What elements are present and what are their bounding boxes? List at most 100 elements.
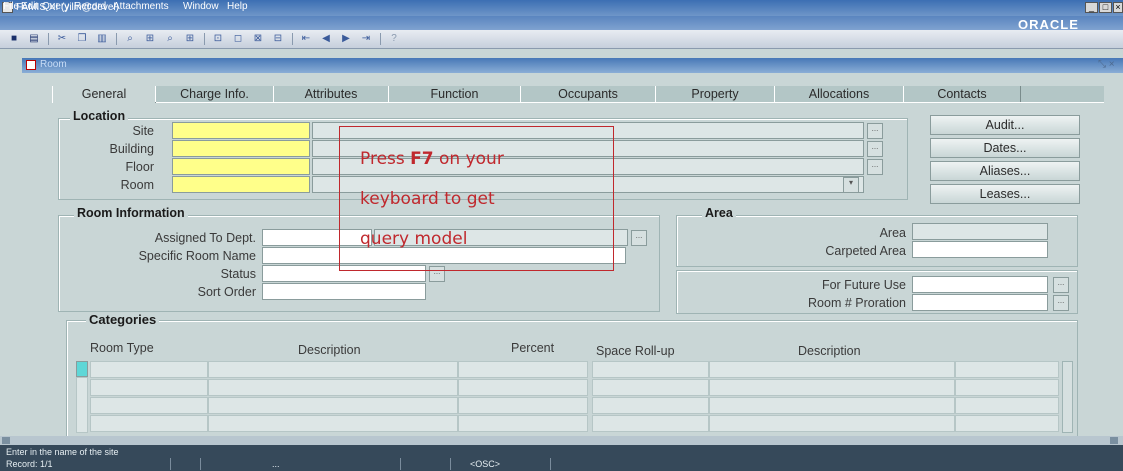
room-proration-label: Room # Proration <box>808 296 906 310</box>
paste-icon[interactable]: ▥ <box>96 33 108 45</box>
minimize-icon[interactable]: _ <box>1085 2 1098 13</box>
grid-cell[interactable] <box>208 415 458 432</box>
menu-edit[interactable]: Edit <box>21 0 38 14</box>
cut-icon[interactable]: ✂ <box>56 33 68 45</box>
grid-cell[interactable] <box>955 415 1059 432</box>
save-icon[interactable]: ■ <box>8 33 20 45</box>
menu-query[interactable]: Query <box>42 0 69 14</box>
aliases-button[interactable]: Aliases... <box>930 161 1080 181</box>
scroll-right-icon[interactable] <box>1110 437 1118 444</box>
room-proration-field[interactable] <box>912 294 1048 311</box>
toolbar-separator <box>380 33 381 45</box>
delete-record-icon[interactable]: ⊠ <box>252 33 264 45</box>
enter-query-icon[interactable]: ⌕ <box>124 33 136 45</box>
grid-cell[interactable] <box>458 415 588 432</box>
print-icon[interactable]: ▤ <box>28 33 40 45</box>
grid-cell[interactable] <box>592 397 709 414</box>
scroll-left-icon[interactable] <box>2 437 10 444</box>
grid-cell[interactable] <box>458 379 588 396</box>
future-use-lov-button[interactable]: ... <box>1053 277 1069 293</box>
grid-cell[interactable] <box>955 379 1059 396</box>
grid-cell[interactable] <box>458 397 588 414</box>
sort-order-label: Sort Order <box>197 285 256 299</box>
tab-function[interactable]: Function <box>388 86 521 102</box>
grid-cell[interactable] <box>709 361 955 378</box>
grid-cell[interactable] <box>208 361 458 378</box>
building-field[interactable] <box>172 140 310 157</box>
floor-lov-button[interactable]: ... <box>867 159 883 175</box>
assigned-dept-lov-button[interactable]: ... <box>631 230 647 246</box>
maximize-icon[interactable]: □ <box>1099 2 1112 13</box>
tab-allocations[interactable]: Allocations <box>774 86 904 102</box>
form-title-bar <box>22 58 1123 73</box>
tab-occupants[interactable]: Occupants <box>520 86 656 102</box>
tab-property[interactable]: Property <box>655 86 775 102</box>
area-field <box>912 223 1048 240</box>
menu-record[interactable]: Record <box>74 0 106 14</box>
status-bar <box>0 445 1123 471</box>
grid-cell[interactable] <box>709 397 955 414</box>
tab-attributes[interactable]: Attributes <box>273 86 389 102</box>
current-record-indicator <box>76 361 88 377</box>
grid-cell[interactable] <box>592 361 709 378</box>
previous-record-icon[interactable]: ◀ <box>320 33 332 45</box>
room-proration-lov-button[interactable]: ... <box>1053 295 1069 311</box>
specific-room-name-label: Specific Room Name <box>138 249 256 263</box>
room-dropdown-icon[interactable]: ▾ <box>843 177 859 193</box>
tab-general[interactable]: General <box>52 86 156 103</box>
menu-attachments[interactable]: Attachments <box>113 0 169 14</box>
clear-record-icon[interactable]: ◻ <box>232 33 244 45</box>
site-lov-button[interactable]: ... <box>867 123 883 139</box>
leases-button[interactable]: Leases... <box>930 184 1080 204</box>
floor-field[interactable] <box>172 158 310 175</box>
location-title: Location <box>70 109 129 123</box>
form-close-icon[interactable]: ⤡ × <box>1098 59 1115 70</box>
first-record-icon[interactable]: ⇤ <box>300 33 312 45</box>
building-lov-button[interactable]: ... <box>867 141 883 157</box>
tab-contacts[interactable]: Contacts <box>903 86 1021 102</box>
menu-help[interactable]: Help <box>227 0 248 14</box>
dates-button[interactable]: Dates... <box>930 138 1080 158</box>
help-icon[interactable]: ? <box>388 33 400 45</box>
horizontal-scrollbar[interactable] <box>0 436 1123 445</box>
close-icon[interactable]: × <box>1113 2 1123 13</box>
cancel-query-icon[interactable]: ⌕ <box>164 33 176 45</box>
grid-cell[interactable] <box>208 379 458 396</box>
toolbar-separator <box>292 33 293 45</box>
sort-order-field[interactable] <box>262 283 426 300</box>
categories-scrollbar[interactable] <box>1062 361 1073 433</box>
site-field[interactable] <box>172 122 310 139</box>
next-record-icon[interactable]: ▶ <box>340 33 352 45</box>
grid-cell[interactable] <box>90 397 208 414</box>
copy-icon[interactable]: ❐ <box>76 33 88 45</box>
grid-cell[interactable] <box>90 361 208 378</box>
grid-cell[interactable] <box>709 415 955 432</box>
audit-button[interactable]: Audit... <box>930 115 1080 135</box>
col-percent: Percent <box>511 341 555 355</box>
carpeted-area-field[interactable] <box>912 241 1048 258</box>
osc-indicator: <OSC> <box>470 459 501 469</box>
record-count: Record: 1/1 <box>6 459 53 469</box>
grid-cell[interactable] <box>955 361 1059 378</box>
grid-cell[interactable] <box>592 415 709 432</box>
duplicate-record-icon[interactable]: ⊟ <box>272 33 284 45</box>
room-field[interactable] <box>172 176 310 193</box>
tab-charge-info[interactable]: Charge Info. <box>155 86 274 102</box>
insert-record-icon[interactable]: ⊡ <box>212 33 224 45</box>
grid-cell[interactable] <box>955 397 1059 414</box>
grid-cell[interactable] <box>90 415 208 432</box>
execute-query-icon[interactable]: ⊞ <box>144 33 156 45</box>
menu-file[interactable]: File <box>3 0 19 14</box>
last-record-icon[interactable]: ⇥ <box>360 33 372 45</box>
grid-cell[interactable] <box>592 379 709 396</box>
count-query-icon[interactable]: ⊞ <box>184 33 196 45</box>
annotation-line-1: Press F7 on your <box>360 149 504 169</box>
future-use-field[interactable] <box>912 276 1048 293</box>
grid-cell[interactable] <box>208 397 458 414</box>
area-title: Area <box>702 206 736 220</box>
grid-cell[interactable] <box>458 361 588 378</box>
menu-window[interactable]: Window <box>183 0 219 14</box>
grid-cell[interactable] <box>90 379 208 396</box>
assigned-dept-label: Assigned To Dept. <box>154 231 256 245</box>
grid-cell[interactable] <box>709 379 955 396</box>
